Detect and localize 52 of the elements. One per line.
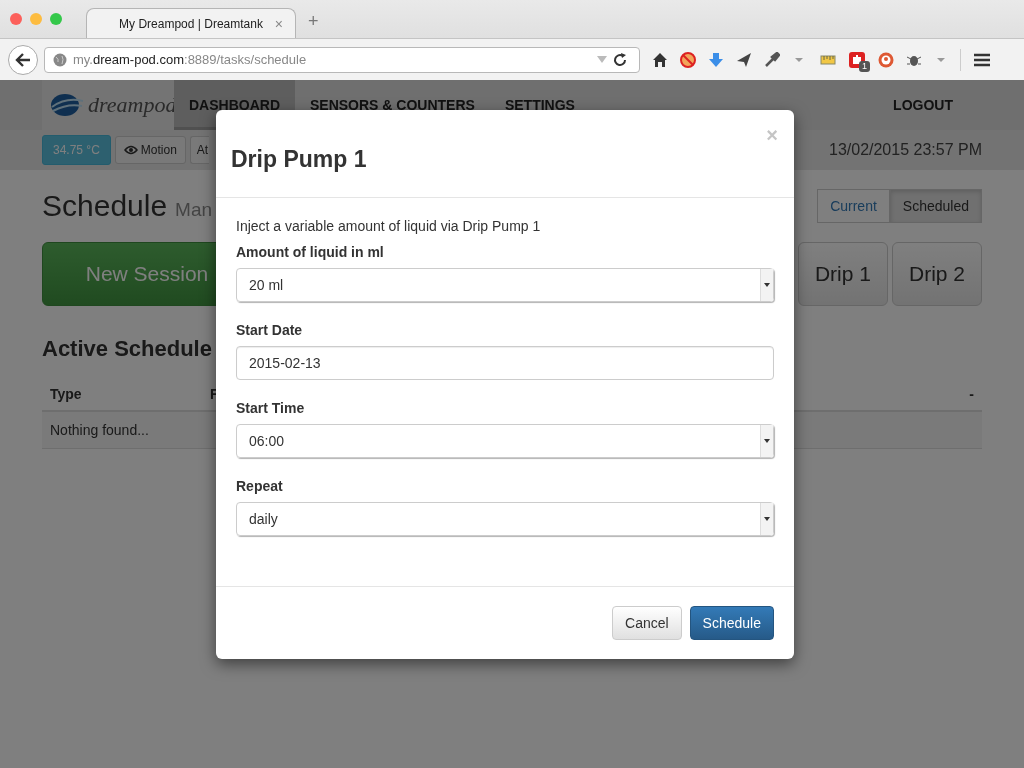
puzzle-icon[interactable]: [848, 50, 866, 69]
schedule-button[interactable]: Schedule: [689, 606, 774, 640]
view-toggle-button[interactable]: Scheduled: [889, 189, 982, 223]
sensor-button[interactable]: Motion: [114, 136, 186, 164]
column-header: -: [969, 386, 974, 402]
date-time: 13/02/2015 23:57 PM: [829, 141, 982, 159]
eye-icon: [123, 145, 138, 155]
blocked-icon[interactable]: [680, 51, 696, 68]
home-icon[interactable]: [652, 51, 668, 68]
back-arrow-icon: [15, 52, 31, 67]
extension-badge: 1: [859, 60, 870, 72]
menu-icon[interactable]: [973, 51, 991, 68]
caret-icon: [764, 439, 770, 443]
logo[interactable]: dreampod: [42, 80, 174, 130]
paper-plane-icon[interactable]: [736, 51, 752, 68]
back-button[interactable]: [8, 44, 38, 75]
modal-title: Drip Pump 1: [231, 146, 367, 173]
close-window-button[interactable]: [10, 13, 22, 25]
eyedropper-icon[interactable]: [764, 51, 780, 68]
address-bar[interactable]: my.dream-pod.com:8889/tasks/schedule: [44, 46, 640, 73]
reload-icon[interactable]: [613, 52, 627, 67]
field-label: Repeat: [236, 478, 284, 494]
column-header: Type: [50, 386, 83, 402]
modal-description: Inject a variable amount of liquid via Drip Pump 1: [236, 218, 542, 234]
field-label: Start Date: [236, 322, 304, 338]
globe-icon: [53, 52, 67, 67]
cancel-button[interactable]: Cancel: [612, 606, 682, 640]
logo-text: dreampod: [88, 92, 177, 118]
page-subtitle: Man: [175, 199, 213, 221]
tab-title: My Dreampod | Dreamtank: [119, 16, 263, 31]
select-field[interactable]: daily: [236, 502, 774, 536]
url-text: my.dream-pod.com:8889/tasks/schedule: [73, 52, 308, 67]
select-value: 20 ml: [249, 277, 284, 293]
download-arrow-icon[interactable]: [708, 51, 724, 68]
caret-icon: [764, 283, 770, 287]
section-title: Active Schedule: [42, 336, 212, 362]
view-toggle-button[interactable]: Current: [817, 189, 890, 223]
page-title: Schedule: [42, 189, 168, 223]
drip-button[interactable]: Drip 1: [797, 242, 888, 306]
drip-button[interactable]: Drip 2: [891, 242, 982, 306]
select-value: daily: [249, 511, 278, 527]
sensor-button[interactable]: At: [189, 136, 210, 164]
select-field[interactable]: 20 ml: [236, 268, 774, 302]
new-tab-button[interactable]: +: [308, 11, 319, 32]
tab-close-button[interactable]: ×: [274, 15, 283, 32]
date-field[interactable]: 2015-02-13: [236, 346, 774, 380]
caret-icon: [764, 517, 770, 521]
globe-swoosh-icon: [50, 93, 84, 117]
select-value: 06:00: [249, 433, 285, 449]
logout-link[interactable]: LOGOUT: [878, 80, 968, 130]
browser-tab[interactable]: My Dreampod | Dreamtank ×: [86, 8, 296, 38]
select-field[interactable]: 06:00: [236, 424, 774, 458]
